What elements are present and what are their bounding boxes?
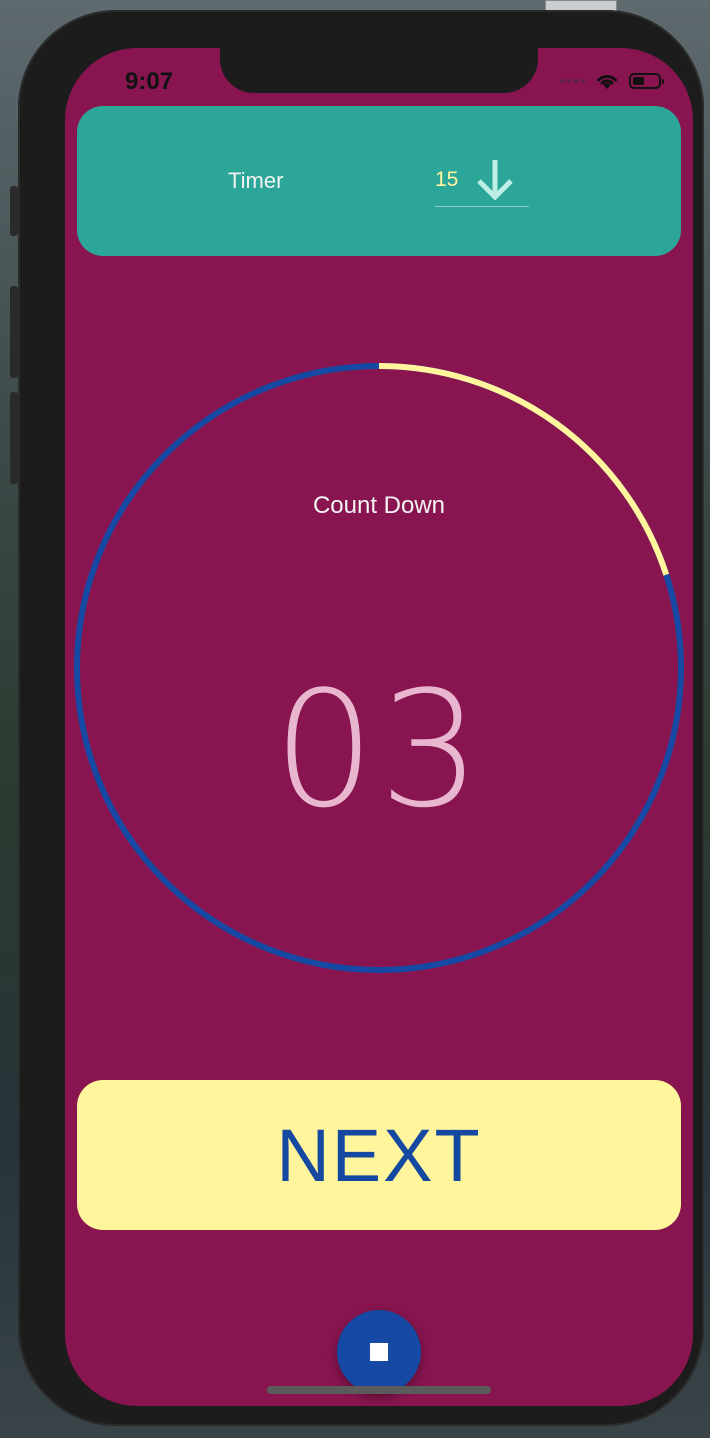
timer-dropdown[interactable]: 15 <box>435 150 529 207</box>
home-indicator[interactable] <box>267 1386 491 1394</box>
stop-icon <box>370 1343 388 1361</box>
countdown-value: 03 <box>273 656 485 843</box>
timer-label: Timer <box>228 168 284 193</box>
status-icons <box>560 72 664 90</box>
wifi-icon <box>597 75 617 89</box>
signal-icon <box>560 79 585 83</box>
arrow-down-icon[interactable] <box>471 156 519 204</box>
volume-up-button <box>10 286 18 378</box>
silent-switch <box>10 186 18 236</box>
stop-button[interactable] <box>337 1310 421 1394</box>
countdown-label: Count Down <box>312 492 446 519</box>
notch <box>220 48 538 93</box>
battery-icon <box>629 73 664 89</box>
timer-selected-value: 15 <box>435 168 459 191</box>
volume-down-button <box>10 392 18 484</box>
ring-progress-arc <box>378 363 670 576</box>
phone-frame: 9:07 Timer 15 Count Down 03 NEXT <box>10 10 704 1426</box>
app-screen: 9:07 Timer 15 Count Down 03 NEXT <box>65 48 693 1406</box>
status-time: 9:07 <box>125 68 174 95</box>
timer-card: Timer 15 <box>77 106 681 256</box>
next-button[interactable]: NEXT <box>77 1080 681 1230</box>
